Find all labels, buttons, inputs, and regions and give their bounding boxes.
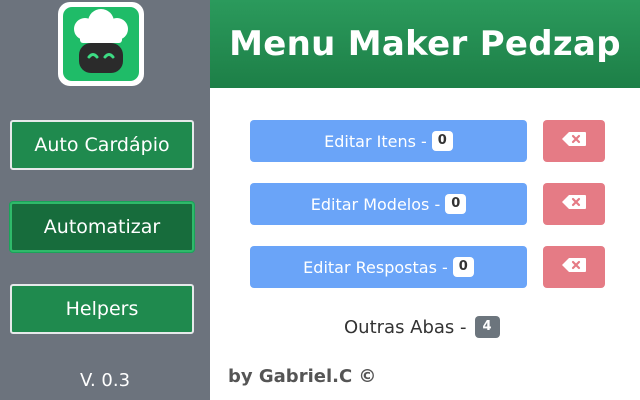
backspace-x-icon bbox=[561, 194, 587, 214]
edit-responses-count-badge: 0 bbox=[452, 257, 474, 277]
edit-models-count-badge: 0 bbox=[445, 194, 467, 214]
other-tabs-label: Outras Abas - bbox=[344, 316, 467, 338]
edit-responses-label: Editar Respostas - bbox=[303, 257, 448, 277]
author-credit: by Gabriel.C © bbox=[228, 366, 377, 387]
edit-responses-button[interactable]: Editar Respostas - 0 bbox=[250, 246, 527, 288]
delete-items-button[interactable] bbox=[543, 120, 605, 162]
other-tabs-count-badge: 4 bbox=[474, 316, 500, 338]
backspace-x-icon bbox=[561, 257, 587, 277]
edit-models-label: Editar Modelos - bbox=[310, 194, 441, 214]
delete-responses-button[interactable] bbox=[543, 246, 605, 288]
chef-robot-icon bbox=[63, 7, 139, 81]
sidebar-item-auto-cardapio[interactable]: Auto Cardápio bbox=[10, 120, 194, 170]
delete-models-button[interactable] bbox=[543, 183, 605, 225]
sidebar-item-automatizar[interactable]: Automatizar bbox=[10, 202, 194, 252]
backspace-x-icon bbox=[561, 131, 587, 151]
page-title: Menu Maker Pedzap bbox=[210, 0, 640, 88]
edit-items-label: Editar Itens - bbox=[324, 131, 427, 151]
app-logo bbox=[58, 2, 144, 86]
version-label: V. 0.3 bbox=[79, 370, 131, 391]
sidebar-item-label: Automatizar bbox=[43, 216, 161, 238]
sidebar-item-label: Auto Cardápio bbox=[34, 134, 170, 156]
other-tabs: Outras Abas - 4 bbox=[344, 313, 500, 341]
edit-items-button[interactable]: Editar Itens - 0 bbox=[250, 120, 527, 162]
edit-models-button[interactable]: Editar Modelos - 0 bbox=[250, 183, 527, 225]
sidebar: Auto Cardápio Automatizar Helpers V. 0.3 bbox=[0, 0, 210, 400]
edit-items-count-badge: 0 bbox=[431, 131, 453, 151]
sidebar-item-label: Helpers bbox=[65, 298, 139, 320]
sidebar-item-helpers[interactable]: Helpers bbox=[10, 284, 194, 334]
